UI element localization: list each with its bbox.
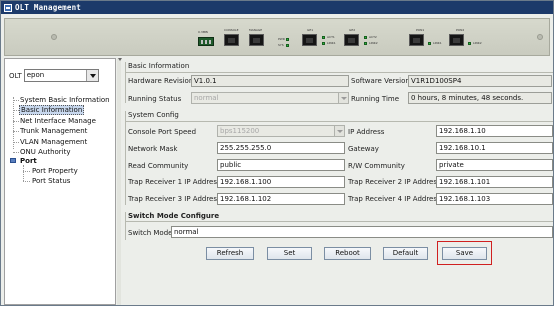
trap-receiver-1-input[interactable]: 192.168.1.100 [217, 176, 345, 188]
tree-item-port-status[interactable]: Port Status [32, 177, 70, 185]
content-pane: Basic Information Hardware Revision V1.0… [122, 58, 553, 305]
trap-receiver-2-label: Trap Receiver 2 IP Address [348, 178, 441, 186]
console-port-speed-value: bps115200 [220, 127, 260, 135]
pon2-link-led [468, 42, 471, 45]
refresh-button[interactable]: Refresh [206, 247, 254, 260]
pon1-link-led [428, 42, 431, 45]
trap-receiver-4-label: Trap Receiver 4 IP Address [348, 195, 441, 203]
trap-receiver-2-input[interactable]: 192.168.1.101 [436, 176, 553, 188]
hardware-revision-label: Hardware Revision [128, 77, 194, 85]
rw-community-label: R/W Community [348, 162, 405, 170]
running-status-label: Running Status [128, 95, 182, 103]
pon1-link-label: LINK1 [433, 41, 442, 45]
pon2-port [449, 34, 464, 46]
ge1-label: GE1 [307, 28, 314, 32]
trap-receiver-3-input[interactable]: 192.168.1.102 [217, 193, 345, 205]
gateway-label: Gateway [348, 145, 379, 153]
network-mask-label: Network Mask [128, 145, 178, 153]
running-time-field: 0 hours, 8 minutes, 48 seconds. [408, 92, 552, 104]
chevron-down-icon [338, 93, 348, 103]
app-icon [4, 3, 12, 12]
switch-mode-section-title: Switch Mode Configure [128, 212, 220, 220]
read-community-label: Read Community [128, 162, 189, 170]
ge1-link-label: LINK1 [327, 41, 336, 45]
ip-address-label: IP Address [348, 128, 385, 136]
title-bar: OLT Management [1, 1, 553, 14]
console-port-label: CONSOLE [224, 28, 239, 32]
read-community-input[interactable]: public [217, 159, 345, 171]
window-title: OLT Management [15, 3, 82, 12]
power-label: 0.3MBi [198, 30, 209, 34]
olt-label: OLT [9, 71, 22, 80]
ge1-port [302, 34, 317, 46]
switch-mode-label: Switch Mode [128, 229, 173, 237]
ip-address-input[interactable]: 192.168.1.10 [436, 125, 553, 137]
trap-receiver-3-label: Trap Receiver 3 IP Address [128, 195, 221, 203]
software-version-label: Software Version [351, 77, 410, 85]
pon1-label: PON1 [416, 28, 425, 32]
tree-item-vlan-management[interactable]: VLAN Management [20, 138, 87, 146]
console-port-speed-select: bps115200 [217, 125, 345, 137]
hardware-revision-field: V1.0.1 [191, 75, 349, 87]
panel-screw-right [537, 34, 543, 40]
folder-icon [10, 158, 16, 163]
pane-splitter[interactable] [117, 58, 122, 305]
trap-receiver-4-input[interactable]: 192.168.1.103 [436, 193, 553, 205]
ge2-link-led [364, 42, 367, 45]
pon2-link-label: LINK2 [473, 41, 482, 45]
ge1-act-label: ACT1 [327, 35, 335, 39]
ge1-link-led [322, 42, 325, 45]
tree-item-basic-information[interactable]: Basic Information [19, 105, 85, 115]
olt-select[interactable]: epon [23, 69, 99, 82]
basic-info-section-title: Basic Information [128, 62, 190, 70]
olt-select-value: epon [26, 71, 45, 79]
reboot-button[interactable]: Reboot [324, 247, 371, 260]
sys-led [286, 44, 289, 47]
tree-item-port[interactable]: Port [20, 157, 37, 165]
running-time-label: Running Time [351, 95, 400, 103]
running-status-value: normal [194, 94, 219, 102]
trap-receiver-1-label: Trap Receiver 1 IP Address [128, 178, 221, 186]
olt-selector-row: OLT epon [9, 69, 99, 82]
chevron-down-icon [334, 126, 344, 136]
pon2-label: PON2 [456, 28, 465, 32]
pon1-port [409, 34, 424, 46]
save-button[interactable]: Save [442, 247, 487, 260]
manage-port [249, 34, 264, 46]
pwr-led-label: PWR [278, 37, 285, 41]
system-config-section-title: System Config [128, 111, 179, 119]
rw-community-input[interactable]: private [436, 159, 553, 171]
ge2-port [344, 34, 359, 46]
tree-item-system-basic-information[interactable]: System Basic Information [20, 96, 110, 104]
tree-item-net-interface-manage[interactable]: Net Interface Manage [20, 117, 96, 125]
set-button[interactable]: Set [267, 247, 312, 260]
ge2-act-led [364, 36, 367, 39]
sys-led-label: SYS [278, 43, 284, 47]
gateway-input[interactable]: 192.168.10.1 [436, 142, 553, 154]
ge2-act-label: ACT2 [369, 35, 377, 39]
tree-item-onu-authority[interactable]: ONU Authority [20, 148, 71, 156]
chevron-down-icon[interactable] [85, 70, 98, 81]
network-mask-input[interactable]: 255.255.255.0 [217, 142, 345, 154]
console-port [224, 34, 239, 46]
running-status-select: normal [191, 92, 349, 104]
ge2-label: GE2 [349, 28, 356, 32]
tree-item-trunk-management[interactable]: Trunk Management [20, 127, 87, 135]
pwr-led [286, 38, 289, 41]
panel-screw-left [51, 34, 57, 40]
software-version-field: V1R1D100SP4 [408, 75, 552, 87]
ge1-act-led [322, 36, 325, 39]
default-button[interactable]: Default [383, 247, 428, 260]
manage-port-label: MANAGE [249, 28, 263, 32]
power-connector [198, 37, 214, 46]
switch-mode-input[interactable]: normal [171, 226, 553, 238]
ge2-link-label: LINK2 [369, 41, 378, 45]
navigation-pane: OLT epon System Basic Information Basic … [4, 58, 116, 305]
tree-item-port-property[interactable]: Port Property [32, 167, 78, 175]
olt-management-window: OLT Management 0.3MBi CONSOLE MANAGE PWR… [0, 0, 554, 306]
console-port-speed-label: Console Port Speed [128, 128, 197, 136]
device-front-panel: 0.3MBi CONSOLE MANAGE PWR SYS GE1 ACT1 L… [4, 18, 550, 56]
